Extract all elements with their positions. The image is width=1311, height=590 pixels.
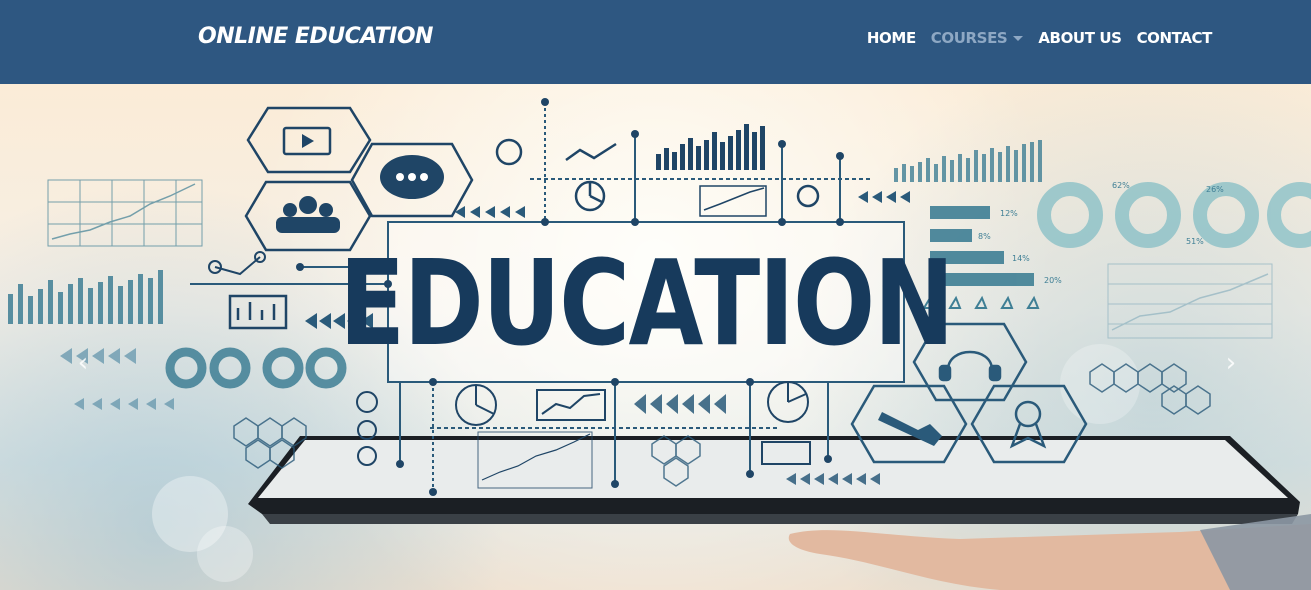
- brand-logo[interactable]: ONLINE EDUCATION: [198, 24, 433, 49]
- nav-home-label: HOME: [866, 29, 916, 47]
- award-icon: [1014, 400, 1042, 428]
- ring-label-2: 26%: [1206, 185, 1224, 194]
- nav-courses-dropdown[interactable]: COURSES: [931, 29, 1024, 47]
- hero-headline: EDUCATION: [339, 234, 954, 372]
- left-bar-chart: [8, 270, 163, 324]
- gear-icon: [495, 138, 523, 166]
- nav-contact[interactable]: CONTACT: [1136, 29, 1213, 47]
- main-nav: HOME COURSES ABOUT US CONTACT: [852, 29, 1212, 47]
- tablet-device: [248, 436, 1300, 524]
- ring-label-3: 51%: [1186, 237, 1204, 246]
- right-donut-rings: [1037, 182, 1311, 248]
- nav-courses-label: COURSES: [930, 29, 1008, 47]
- stat-label-2: 8%: [978, 232, 991, 241]
- ring-label-1: 62%: [1112, 181, 1130, 190]
- stat-label-4: 20%: [1044, 276, 1062, 285]
- chevron-right-icon[interactable]: ›: [1216, 348, 1246, 378]
- group-icon: [276, 196, 340, 233]
- nav-about-label: ABOUT US: [1038, 29, 1122, 47]
- nav-home[interactable]: HOME: [867, 29, 916, 47]
- nav-about-us[interactable]: ABOUT US: [1038, 29, 1122, 47]
- caret-down-icon: [1013, 35, 1024, 41]
- hero-carousel: 12% 8% 14% 20% 62% 26% 51% EDUCATION ‹ ›: [0, 84, 1311, 590]
- stat-label-3: 14%: [1012, 254, 1030, 263]
- navbar: ONLINE EDUCATION HOME COURSES ABOUT US C…: [0, 0, 1311, 84]
- right-bar-chart: [894, 140, 1042, 182]
- top-bar-chart: [656, 124, 765, 170]
- left-grid-chart: [47, 179, 203, 247]
- left-donut-rings: [165, 347, 347, 389]
- chevron-left-icon[interactable]: ‹: [68, 348, 98, 378]
- nav-contact-label: CONTACT: [1136, 29, 1213, 47]
- stat-label-1: 12%: [1000, 209, 1018, 218]
